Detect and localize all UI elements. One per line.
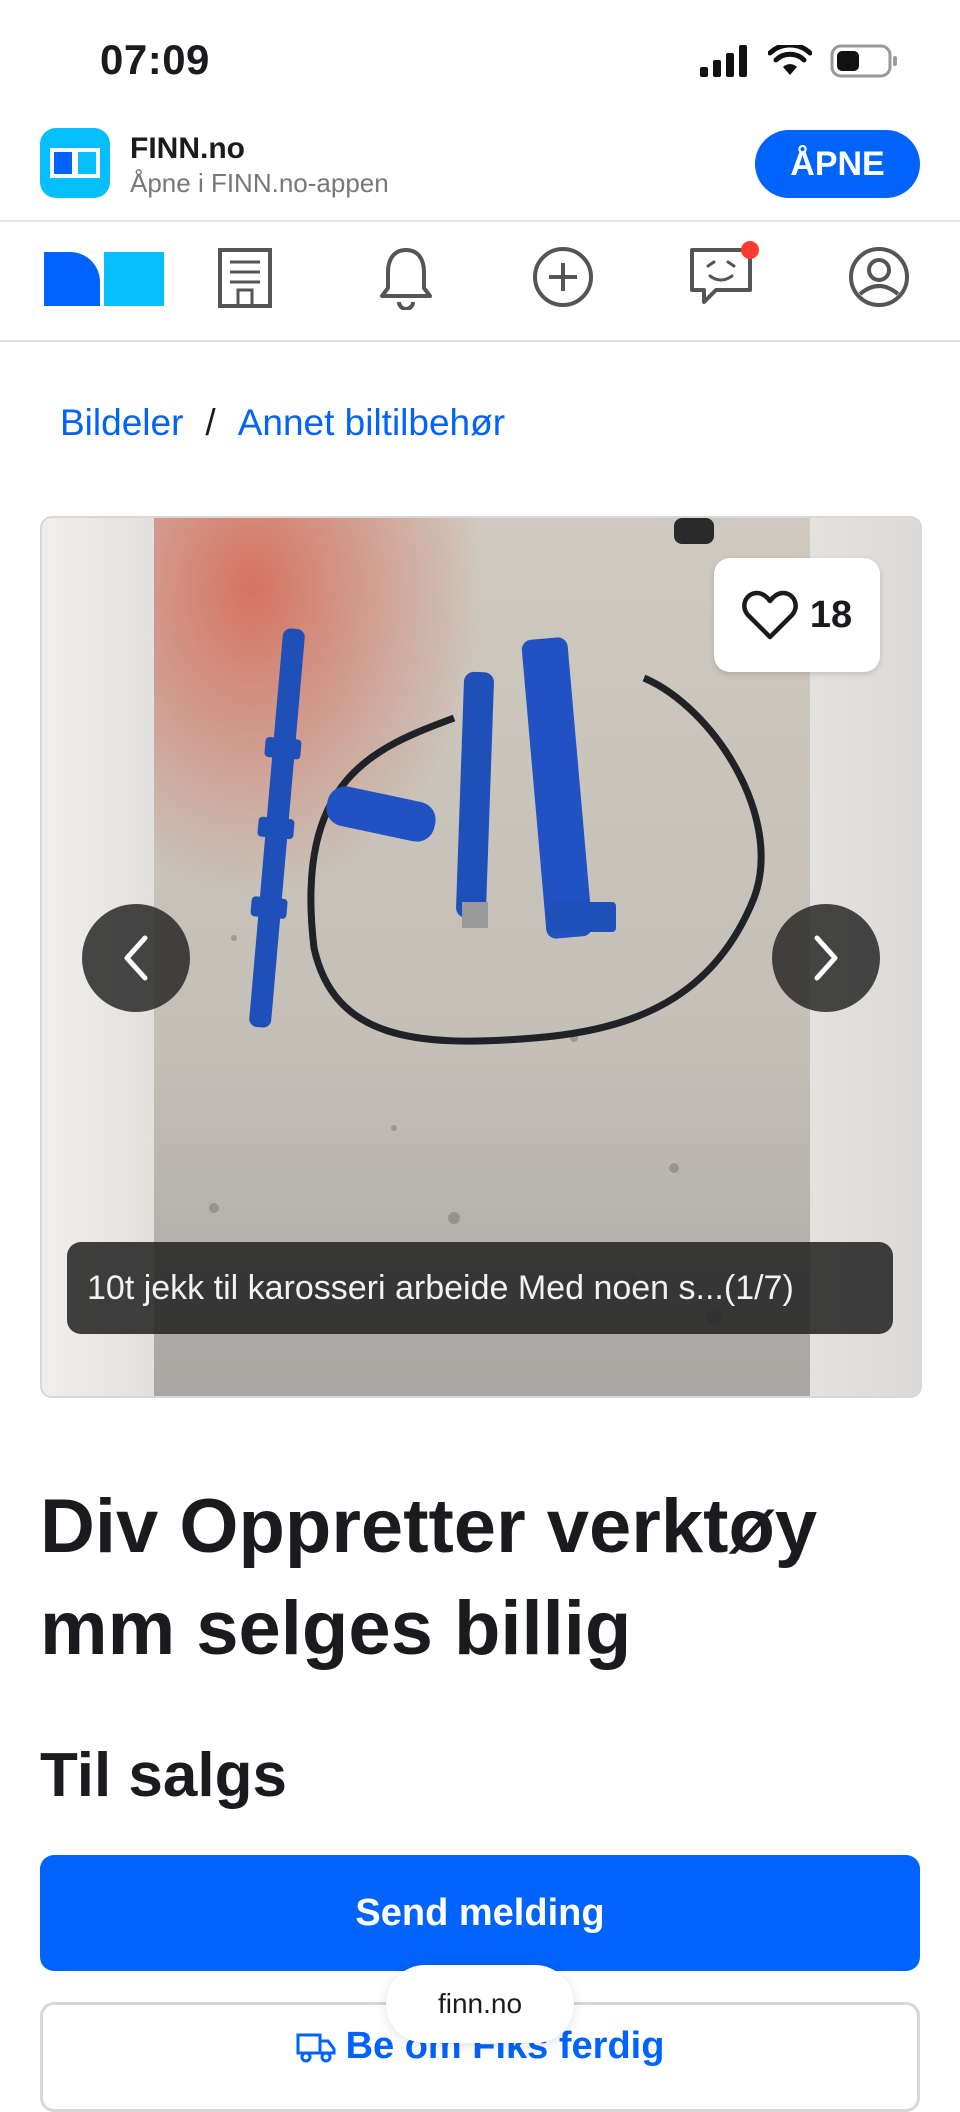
favorite-count: 18	[809, 593, 853, 636]
chevron-right-icon	[814, 935, 838, 981]
image-counter: (1/7)	[723, 1268, 794, 1307]
previous-image-button[interactable]	[82, 904, 190, 1012]
wifi-icon	[768, 45, 812, 75]
chevron-left-icon	[124, 935, 148, 981]
top-navigation	[0, 222, 960, 342]
send-message-button[interactable]: Send melding	[40, 1855, 920, 1971]
browser-url-pill[interactable]: finn.no	[386, 1965, 574, 2043]
finn-app-logo-icon	[40, 128, 110, 198]
status-time: 07:09	[100, 36, 210, 83]
open-app-button[interactable]: ÅPNE	[755, 130, 920, 198]
chat-icon[interactable]	[688, 240, 764, 310]
caption-text: 10t jekk til karosseri arbeide Med noen …	[87, 1268, 724, 1307]
banner-subtitle: Åpne i FINN.no-appen	[130, 168, 389, 198]
battery-icon	[830, 44, 897, 78]
breadcrumb-link-bildeler[interactable]: Bildeler	[60, 402, 183, 444]
breadcrumb-separator: /	[205, 402, 216, 443]
delivery-truck-icon	[296, 2033, 336, 2062]
next-image-button[interactable]	[772, 904, 880, 1012]
breadcrumb: Bildeler / Annet biltilbehør	[60, 402, 505, 444]
cellular-signal-icon	[700, 45, 747, 77]
notification-dot	[741, 241, 759, 259]
favorite-button[interactable]: 18	[714, 558, 880, 672]
status-bar: 07:09	[0, 0, 960, 120]
image-gallery[interactable]: 18 10t jekk til karosseri arbeide Med no…	[40, 516, 922, 1398]
ad-title: Div Oppretter verktøy mm selges billig	[40, 1484, 818, 1671]
app-install-banner: FINN.no Åpne i FINN.no-appen ÅPNE	[0, 120, 960, 222]
status-icons	[700, 44, 898, 78]
breadcrumb-link-annet-biltilbehor[interactable]: Annet biltilbehør	[238, 402, 505, 444]
building-icon[interactable]	[216, 246, 274, 310]
heart-icon	[742, 590, 798, 640]
ad-status: Til salgs	[40, 1741, 287, 1810]
bell-icon[interactable]	[378, 244, 434, 310]
profile-icon[interactable]	[848, 246, 910, 308]
plus-circle-icon[interactable]	[532, 246, 594, 308]
image-caption: 10t jekk til karosseri arbeide Med noen …	[67, 1242, 893, 1334]
banner-title: FINN.no	[130, 132, 245, 165]
finn-logo-icon[interactable]	[42, 248, 166, 310]
